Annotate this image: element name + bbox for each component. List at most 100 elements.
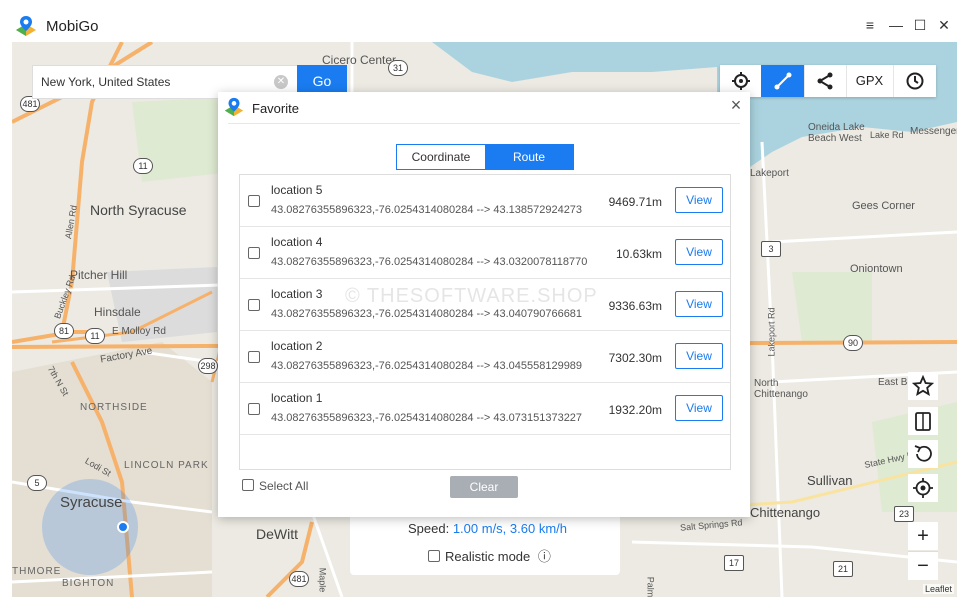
center-location-button[interactable] bbox=[908, 474, 938, 502]
highway-shield: 31 bbox=[388, 60, 408, 76]
highway-shield: 11 bbox=[85, 328, 105, 344]
route-coordinates: 43.08276355896323,-76.0254314080284 --> … bbox=[271, 412, 583, 424]
row-checkbox[interactable] bbox=[248, 403, 260, 415]
route-name: location 3 bbox=[271, 287, 323, 301]
title-bar: MobiGo ≡ — ☐ ✕ bbox=[0, 0, 969, 42]
map-attribution[interactable]: Leaflet bbox=[923, 584, 955, 594]
row-checkbox[interactable] bbox=[248, 195, 260, 207]
zoom-in-button[interactable]: + bbox=[908, 522, 938, 550]
highway-shield: 17 bbox=[724, 555, 744, 571]
realistic-mode-label: Realistic mode bbox=[445, 549, 531, 564]
maximize-icon[interactable]: ☐ bbox=[911, 16, 929, 34]
favorite-route-list: location 5 43.08276355896323,-76.0254314… bbox=[239, 174, 731, 470]
view-button[interactable]: View bbox=[675, 187, 723, 213]
map-label: Lakeport Rd bbox=[766, 307, 777, 357]
route-name: location 2 bbox=[271, 339, 323, 353]
history-button[interactable] bbox=[893, 65, 936, 97]
multi-spot-route-button[interactable] bbox=[761, 65, 805, 97]
highway-shield: 21 bbox=[833, 561, 853, 577]
view-button[interactable]: View bbox=[675, 343, 723, 369]
share-icon bbox=[817, 72, 833, 90]
highway-shield: 298 bbox=[198, 358, 218, 374]
clock-icon bbox=[906, 72, 923, 90]
map-label: Pitcher Hill bbox=[70, 268, 128, 282]
route-distance: 1932.20m bbox=[608, 403, 662, 417]
map-label: Oniontown bbox=[850, 263, 903, 275]
route-distance: 7302.30m bbox=[608, 351, 662, 365]
zoom-out-button[interactable]: − bbox=[908, 551, 938, 580]
list-item: location 2 43.08276355896323,-76.0254314… bbox=[240, 331, 730, 383]
clear-button[interactable]: Clear bbox=[450, 476, 518, 498]
map-label: BIGHTON bbox=[62, 578, 115, 589]
watermark: © THESOFTWARE.SHOP bbox=[345, 285, 598, 307]
locate-icon bbox=[913, 478, 933, 498]
list-item: location 4 43.08276355896323,-76.0254314… bbox=[240, 227, 730, 279]
select-all-label: Select All bbox=[259, 479, 309, 493]
dialog-title: Favorite bbox=[252, 101, 299, 116]
realistic-mode-checkbox[interactable] bbox=[428, 550, 440, 562]
row-checkbox[interactable] bbox=[248, 351, 260, 363]
view-button[interactable]: View bbox=[675, 395, 723, 421]
highway-shield: 23 bbox=[894, 506, 914, 522]
tab-route[interactable]: Route bbox=[485, 145, 573, 169]
row-checkbox[interactable] bbox=[248, 299, 260, 311]
minimize-icon[interactable]: — bbox=[887, 16, 905, 34]
info-icon[interactable]: ⓘ bbox=[538, 549, 551, 564]
share-button[interactable] bbox=[804, 65, 847, 97]
map-label: E Molloy Rd bbox=[112, 326, 166, 337]
divider bbox=[228, 123, 740, 124]
view-button[interactable]: View bbox=[675, 291, 723, 317]
route-distance: 9469.71m bbox=[608, 195, 662, 209]
row-checkbox[interactable] bbox=[248, 247, 260, 259]
route-name: location 4 bbox=[271, 235, 323, 249]
route-distance: 9336.63m bbox=[608, 299, 662, 313]
highway-shield: 90 bbox=[843, 335, 863, 351]
mobigo-logo-icon bbox=[224, 97, 244, 117]
map-label: NORTHSIDE bbox=[80, 402, 148, 413]
highway-shield: 481 bbox=[289, 571, 309, 587]
map-label: THMORE bbox=[12, 566, 62, 577]
close-window-icon[interactable]: ✕ bbox=[935, 16, 953, 34]
list-item: location 5 43.08276355896323,-76.0254314… bbox=[240, 175, 730, 227]
close-icon[interactable]: × bbox=[728, 96, 744, 114]
star-icon bbox=[911, 374, 935, 397]
favorite-button[interactable] bbox=[908, 372, 938, 400]
menu-icon[interactable]: ≡ bbox=[861, 16, 879, 34]
map-label: DeWitt bbox=[256, 526, 298, 542]
list-item: location 1 43.08276355896323,-76.0254314… bbox=[240, 383, 730, 435]
mode-toolbar: GPX bbox=[720, 65, 936, 97]
select-all-checkbox[interactable] bbox=[242, 479, 254, 491]
speed-value[interactable]: 1.00 m/s, 3.60 km/h bbox=[453, 521, 567, 536]
route-coordinates: 43.08276355896323,-76.0254314080284 --> … bbox=[271, 360, 583, 372]
map-label: Oneida Lake Beach West bbox=[808, 122, 865, 144]
map-label: Syracuse bbox=[60, 494, 123, 511]
search-input[interactable]: New York, United States bbox=[41, 75, 170, 89]
route-name: location 5 bbox=[271, 183, 323, 197]
map-label: Maple bbox=[317, 567, 328, 593]
highway-shield: 11 bbox=[133, 158, 153, 174]
speed-panel: Speed: 1.00 m/s, 3.60 km/h Realistic mod… bbox=[350, 516, 620, 575]
device-button[interactable] bbox=[908, 407, 938, 435]
map-label: Chittenango bbox=[750, 505, 821, 520]
speed-line: Speed: 1.00 m/s, 3.60 km/h bbox=[408, 521, 567, 536]
map-label: Hinsdale bbox=[94, 305, 141, 319]
map-label: North Syracuse bbox=[90, 202, 187, 218]
select-all-toggle[interactable]: Select All bbox=[242, 479, 308, 493]
gpx-button[interactable]: GPX bbox=[846, 65, 894, 97]
reset-location-button[interactable] bbox=[908, 440, 938, 468]
highway-shield: 3 bbox=[761, 241, 781, 257]
highway-shield: 81 bbox=[54, 323, 74, 339]
tab-coordinate[interactable]: Coordinate bbox=[397, 145, 485, 169]
map-label: Messenger bbox=[910, 126, 957, 137]
clear-search-icon[interactable]: ✕ bbox=[274, 75, 288, 89]
crosshair-icon bbox=[731, 72, 750, 90]
map-label: Palm bbox=[645, 576, 656, 597]
view-button[interactable]: View bbox=[675, 239, 723, 265]
map-label: Gees Corner bbox=[852, 200, 915, 212]
map-label: Lakeport bbox=[750, 168, 789, 179]
map-label: Sullivan bbox=[807, 473, 853, 488]
route-distance: 10.63km bbox=[615, 247, 662, 261]
mobigo-logo-icon bbox=[16, 16, 36, 36]
realistic-mode-toggle[interactable]: Realistic mode ⓘ bbox=[428, 546, 551, 565]
route-coordinates: 43.08276355896323,-76.0254314080284 --> … bbox=[271, 204, 583, 216]
